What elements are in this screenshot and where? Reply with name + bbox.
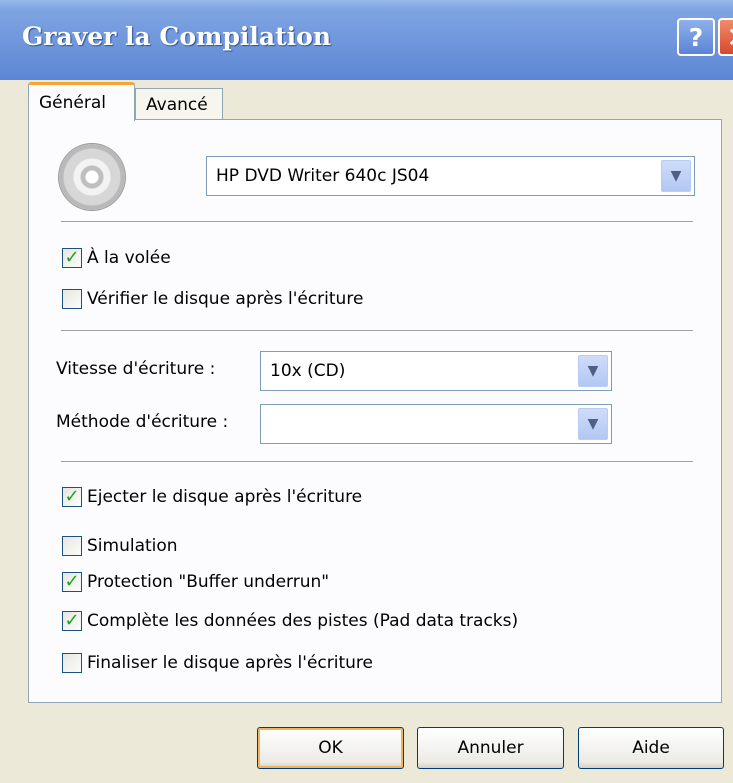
method-label: Méthode d'écriture : xyxy=(56,412,229,432)
chevron-down-icon[interactable]: ▼ xyxy=(578,408,608,440)
speed-label: Vitesse d'écriture : xyxy=(56,359,216,379)
separator xyxy=(61,221,693,222)
help-icon[interactable]: ? xyxy=(677,18,715,56)
checkbox[interactable] xyxy=(62,653,82,673)
burn-dialog: Graver la Compilation ? ✕ Général Avancé… xyxy=(0,0,733,783)
on-the-fly-option[interactable]: ✓ À la volée xyxy=(62,245,171,271)
checkbox[interactable]: ✓ xyxy=(62,487,82,507)
checkbox[interactable]: ✓ xyxy=(62,611,82,631)
checkbox[interactable] xyxy=(62,536,82,556)
chevron-down-icon[interactable]: ▼ xyxy=(578,355,608,387)
finalize-disc-label: Finaliser le disque après l'écriture xyxy=(87,653,373,673)
pad-data-tracks-option[interactable]: ✓ Complète les données des pistes (Pad d… xyxy=(62,608,518,634)
cancel-button[interactable]: Annuler xyxy=(417,727,564,769)
buffer-underrun-label: Protection "Buffer underrun" xyxy=(87,572,330,592)
close-icon[interactable]: ✕ xyxy=(718,18,733,56)
separator xyxy=(61,461,693,462)
tab-advanced[interactable]: Avancé xyxy=(135,88,223,120)
verify-disc-option[interactable]: Vérifier le disque après l'écriture xyxy=(62,286,363,312)
general-panel: HP DVD Writer 640c JS04 ▼ ✓ À la volée V… xyxy=(28,119,722,703)
verify-disc-label: Vérifier le disque après l'écriture xyxy=(87,289,364,309)
eject-label: Ejecter le disque après l'écriture xyxy=(87,487,363,507)
ok-button[interactable]: OK xyxy=(257,727,404,769)
speed-select-value: 10x (CD) xyxy=(270,361,346,381)
simulation-label: Simulation xyxy=(87,536,178,556)
window-title: Graver la Compilation xyxy=(22,22,332,51)
eject-option[interactable]: ✓ Ejecter le disque après l'écriture xyxy=(62,484,362,510)
pad-data-tracks-label: Complète les données des pistes (Pad dat… xyxy=(87,611,519,631)
speed-select[interactable]: 10x (CD) ▼ xyxy=(260,351,612,391)
cd-icon xyxy=(59,144,125,210)
simulation-option[interactable]: Simulation xyxy=(62,533,178,559)
method-select[interactable]: ▼ xyxy=(260,404,612,444)
drive-select[interactable]: HP DVD Writer 640c JS04 ▼ xyxy=(206,156,695,196)
checkbox[interactable]: ✓ xyxy=(62,572,82,592)
help-button[interactable]: Aide xyxy=(578,727,724,769)
drive-select-value: HP DVD Writer 640c JS04 xyxy=(216,166,430,186)
checkbox[interactable] xyxy=(62,289,82,309)
separator xyxy=(61,330,693,331)
tab-general[interactable]: Général xyxy=(28,82,135,121)
on-the-fly-label: À la volée xyxy=(87,248,171,268)
checkbox[interactable]: ✓ xyxy=(62,248,82,268)
chevron-down-icon[interactable]: ▼ xyxy=(661,160,691,192)
title-bar[interactable]: Graver la Compilation ? ✕ xyxy=(0,0,733,80)
buffer-underrun-option[interactable]: ✓ Protection "Buffer underrun" xyxy=(62,569,329,595)
finalize-disc-option[interactable]: Finaliser le disque après l'écriture xyxy=(62,650,373,676)
